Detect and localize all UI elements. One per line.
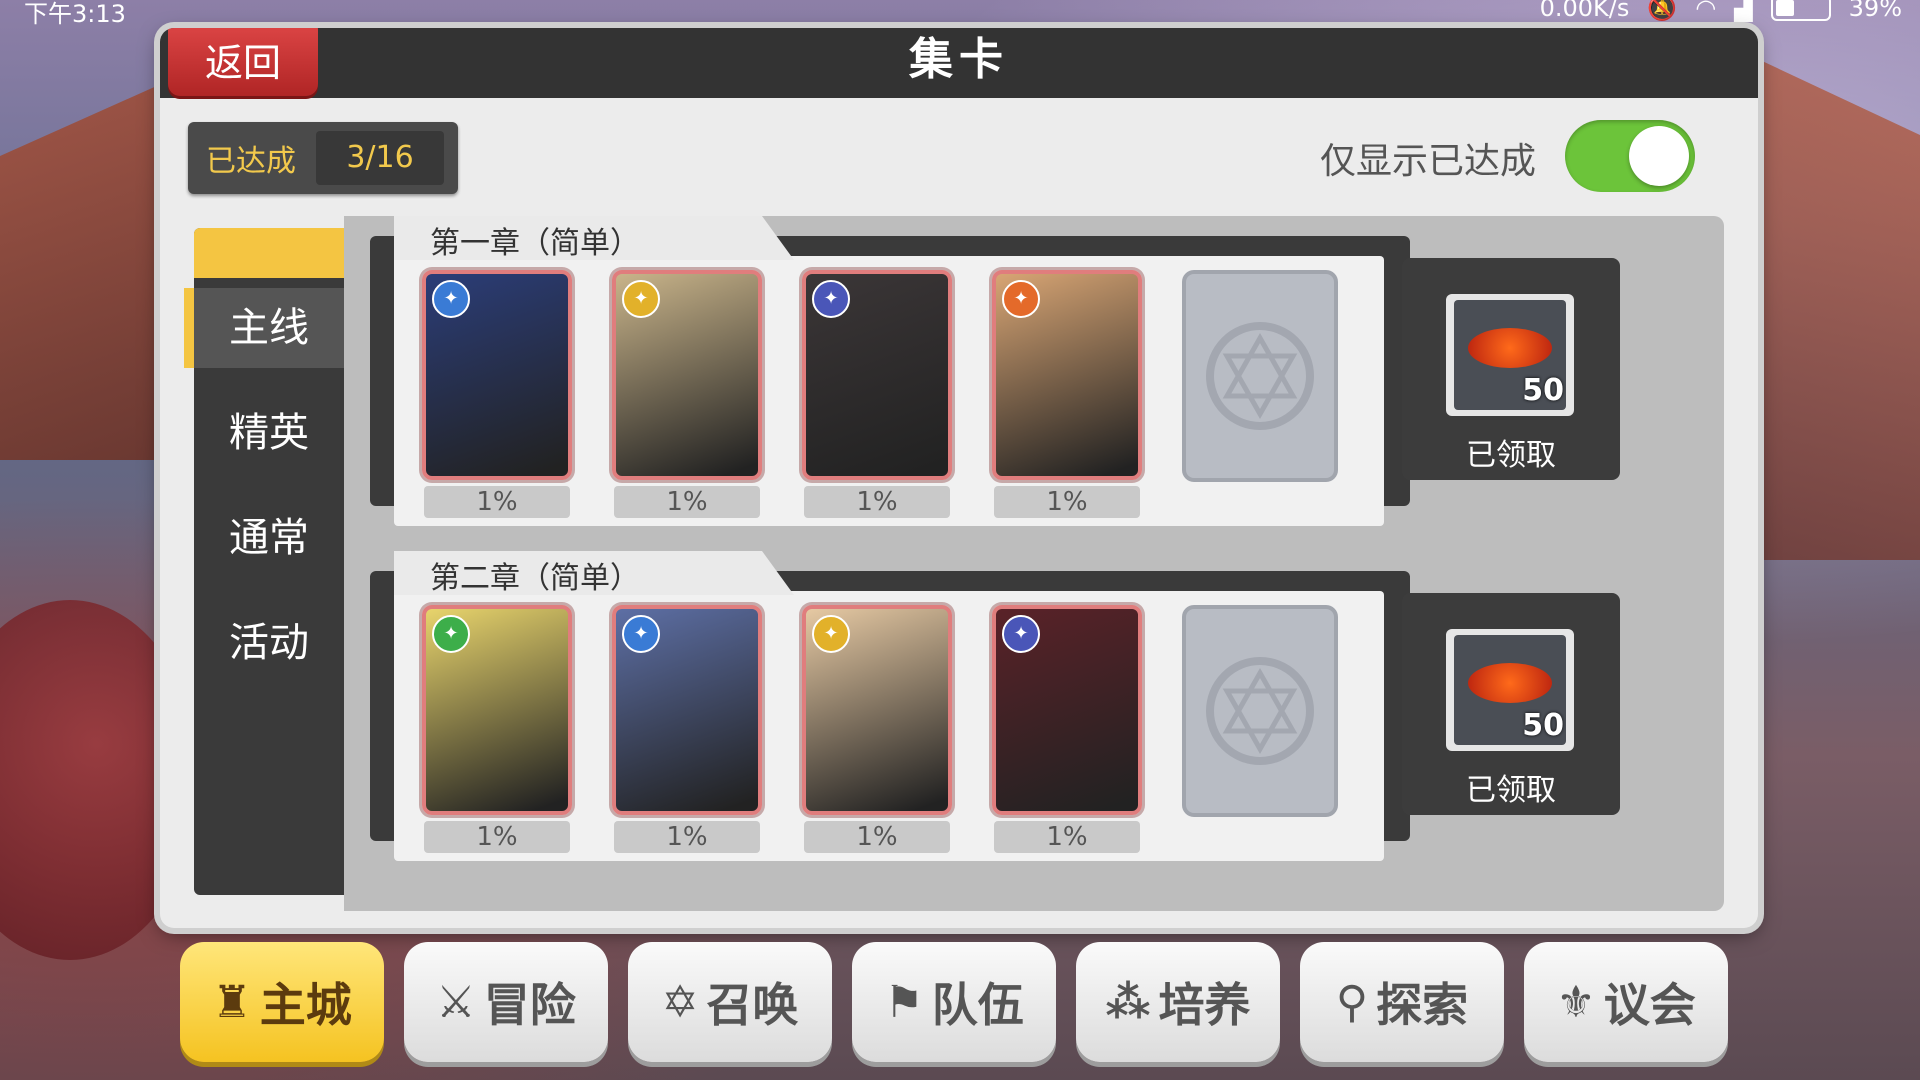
bottom-navigation: ♜ 主城 ⚔ 冒险 ✡ 召唤 ⚑ 队伍 ⁂ 培养 ⚲ 探索 ⚜ 议会 xyxy=(180,942,1728,1062)
chapter-reward[interactable]: 50 已领取 xyxy=(1402,258,1620,480)
net-speed: 0.00K/s xyxy=(1539,0,1630,22)
card-class-icon: ✦ xyxy=(1002,615,1040,653)
only-achieved-label: 仅显示已达成 xyxy=(1320,141,1537,182)
explore-icon: ⚲ xyxy=(1335,976,1369,1028)
wifi-icon: ◠ xyxy=(1695,0,1717,22)
character-card[interactable]: ✦ xyxy=(422,605,572,815)
nav-button[interactable]: ⚑ 队伍 xyxy=(852,942,1056,1062)
circles-icon: ⁂ xyxy=(1105,976,1151,1028)
card-class-icon: ✦ xyxy=(432,615,470,653)
background-roof-left xyxy=(0,80,170,460)
card-percent: 1% xyxy=(614,486,760,518)
achieved-value: 3/16 xyxy=(316,131,444,185)
castle-icon: ♜ xyxy=(212,976,252,1028)
chapter-card-row: ✦ 1% ✦ 1% ✦ 1% ✦ 1% xyxy=(394,591,1384,861)
reward-box: 50 xyxy=(1446,629,1574,751)
card-class-icon: ✦ xyxy=(812,615,850,653)
tabs-accent-strip xyxy=(194,228,344,278)
empty-card-slot xyxy=(1182,270,1338,482)
mute-icon: 🔕 xyxy=(1647,0,1678,22)
reward-status: 已领取 xyxy=(1466,438,1556,473)
chapter-title: 第一章（简单） xyxy=(430,226,640,261)
tab-normal[interactable]: 通常 xyxy=(194,498,344,578)
character-card[interactable]: ✦ xyxy=(802,605,952,815)
nav-label: 主城 xyxy=(259,978,352,1032)
card-class-icon: ✦ xyxy=(1002,280,1040,318)
nav-label: 议会 xyxy=(1603,978,1696,1032)
card-collection-panel: 集卡 返回 已达成 3/16 仅显示已达成 主线 精英 通常 活动 ✦ 1% ✦ 1%… xyxy=(160,28,1758,928)
nav-label: 探索 xyxy=(1376,978,1469,1032)
back-button[interactable]: 返回 xyxy=(168,28,318,96)
tab-event[interactable]: 活动 xyxy=(194,603,344,683)
card-percent: 1% xyxy=(614,821,760,853)
nav-label: 队伍 xyxy=(931,978,1024,1032)
character-card[interactable]: ✦ xyxy=(992,605,1142,815)
page-title: 集卡 xyxy=(909,34,1009,85)
nav-label: 培养 xyxy=(1158,978,1251,1032)
character-card[interactable]: ✦ xyxy=(612,270,762,480)
character-card[interactable]: ✦ xyxy=(422,270,572,480)
chapter-tab: 第二章（简单） xyxy=(394,551,794,595)
card-percent: 1% xyxy=(804,486,950,518)
title-bar: 集卡 xyxy=(160,28,1758,98)
card-class-icon: ✦ xyxy=(622,280,660,318)
card-percent: 1% xyxy=(804,821,950,853)
background-roof-right xyxy=(1760,60,1920,560)
empty-card-slot xyxy=(1182,605,1338,817)
card-class-icon: ✦ xyxy=(812,280,850,318)
signal-icon: ▟ xyxy=(1734,0,1753,22)
nav-button[interactable]: ⚔ 冒险 xyxy=(404,942,608,1062)
category-tabs: 主线 精英 通常 活动 xyxy=(184,228,344,895)
chapter-list: ✦ 1% ✦ 1% ✦ 1% ✦ 1% 第一章（简单） ✦ 1% ✦ 1% ✦ 1% ✦ 1% 第二章（简单… xyxy=(344,216,1724,911)
card-percent: 1% xyxy=(994,821,1140,853)
card-percent: 1% xyxy=(424,486,570,518)
nav-button[interactable]: ♜ 主城 xyxy=(180,942,384,1062)
hexagram-icon xyxy=(1206,322,1314,430)
nav-button[interactable]: ✡ 召唤 xyxy=(628,942,832,1062)
battery-icon xyxy=(1770,0,1831,21)
hexagram-icon: ✡ xyxy=(661,976,699,1028)
reward-box: 50 xyxy=(1446,294,1574,416)
nav-button[interactable]: ⁂ 培养 xyxy=(1076,942,1280,1062)
toggle-knob[interactable] xyxy=(1629,126,1689,186)
chapter-card-row: ✦ 1% ✦ 1% ✦ 1% ✦ 1% xyxy=(394,256,1384,526)
only-achieved-toggle[interactable] xyxy=(1565,120,1695,192)
nav-button[interactable]: ⚜ 议会 xyxy=(1524,942,1728,1062)
character-card[interactable]: ✦ xyxy=(612,605,762,815)
hexagram-icon xyxy=(1206,657,1314,765)
chapter-section: ✦ 1% ✦ 1% ✦ 1% ✦ 1% 第二章（简单） xyxy=(370,551,1410,861)
chapter-tab: 第一章（简单） xyxy=(394,216,794,260)
status-bar: 下午3:13 0.00K/s 🔕 ◠ ▟ 39% xyxy=(0,0,1920,28)
nav-button[interactable]: ⚲ 探索 xyxy=(1300,942,1504,1062)
reward-status: 已领取 xyxy=(1466,773,1556,808)
chapter-reward[interactable]: 50 已领取 xyxy=(1402,593,1620,815)
card-class-icon: ✦ xyxy=(622,615,660,653)
reward-count: 50 xyxy=(1522,373,1564,408)
achieved-counter: 已达成 3/16 xyxy=(188,122,458,194)
card-class-icon: ✦ xyxy=(432,280,470,318)
nav-label: 冒险 xyxy=(483,978,576,1032)
achieved-label: 已达成 xyxy=(206,144,296,179)
chapter-section: ✦ 1% ✦ 1% ✦ 1% ✦ 1% 第一章（简单） xyxy=(370,216,1410,526)
flag-icon: ⚑ xyxy=(884,976,924,1028)
reward-count: 50 xyxy=(1522,708,1564,743)
card-percent: 1% xyxy=(424,821,570,853)
status-time: 下午3:13 xyxy=(24,0,126,28)
nav-label: 召唤 xyxy=(706,978,799,1032)
character-card[interactable]: ✦ xyxy=(802,270,952,480)
chapter-title: 第二章（简单） xyxy=(430,561,640,596)
crossed-swords-icon: ⚔ xyxy=(436,976,476,1028)
character-card[interactable]: ✦ xyxy=(992,270,1142,480)
card-percent: 1% xyxy=(994,486,1140,518)
battery-percent: 39% xyxy=(1848,0,1902,22)
tab-main-story[interactable]: 主线 xyxy=(184,288,344,368)
council-icon: ⚜ xyxy=(1556,976,1596,1028)
tab-elite[interactable]: 精英 xyxy=(194,393,344,473)
